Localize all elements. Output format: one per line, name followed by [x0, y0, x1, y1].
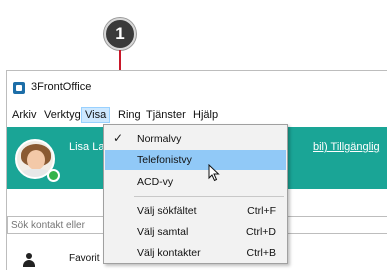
step-number: 1: [115, 24, 125, 43]
menu-tjanster[interactable]: Tjänster: [143, 108, 189, 122]
menu-item-label: Välj samtal: [137, 226, 189, 238]
person-icon: [22, 253, 36, 267]
menu-item-valj-kontakter[interactable]: Välj kontakter Ctrl+B: [105, 243, 286, 263]
menu-item-shortcut: Ctrl+B: [246, 247, 276, 259]
menu-separator: [134, 196, 284, 197]
menu-item-label: Välj kontakter: [137, 247, 201, 259]
menu-item-label: ACD-vy: [137, 176, 174, 188]
user-name: Lisa La: [69, 141, 105, 153]
availability-link[interactable]: bil) Tillgänglig: [313, 141, 380, 153]
menu-item-valj-samtal[interactable]: Välj samtal Ctrl+D: [105, 222, 286, 242]
menu-item-shortcut: Ctrl+F: [247, 205, 276, 217]
menu-bar: Arkiv Verktyg Visa Ring Tjänster Hjälp: [7, 107, 387, 124]
menu-visa[interactable]: Visa: [81, 107, 111, 123]
menu-item-label: Välj sökfältet: [137, 205, 197, 217]
app-icon: [13, 82, 25, 94]
menu-arkiv[interactable]: Arkiv: [9, 108, 39, 122]
status-online-icon: [47, 169, 60, 182]
menu-item-valj-sokfaltet[interactable]: Välj sökfältet Ctrl+F: [105, 201, 286, 221]
menu-item-label: Normalvy: [137, 133, 182, 145]
menu-ring[interactable]: Ring: [115, 108, 144, 122]
favorites-label: Favorit: [69, 253, 100, 264]
menu-item-normalvy[interactable]: ✓ Normalvy: [105, 129, 286, 149]
step-callout: 1: [104, 18, 136, 50]
menu-item-telefonistvy[interactable]: Telefonistvy: [105, 150, 286, 170]
menu-item-label: Telefonistvy: [137, 154, 192, 166]
menu-verktyg[interactable]: Verktyg: [41, 108, 84, 122]
menu-item-shortcut: Ctrl+D: [245, 226, 276, 238]
visa-dropdown-menu: ✓ Normalvy Telefonistvy ACD-vy Välj sökf…: [103, 124, 288, 264]
menu-item-acd-vy[interactable]: ACD-vy: [105, 172, 286, 192]
checkmark-icon: ✓: [113, 131, 124, 145]
window-title: 3FrontOffice: [31, 81, 92, 93]
title-bar: 3FrontOffice: [7, 71, 387, 105]
mouse-cursor-icon: [208, 164, 220, 182]
menu-hjalp[interactable]: Hjälp: [190, 108, 221, 122]
